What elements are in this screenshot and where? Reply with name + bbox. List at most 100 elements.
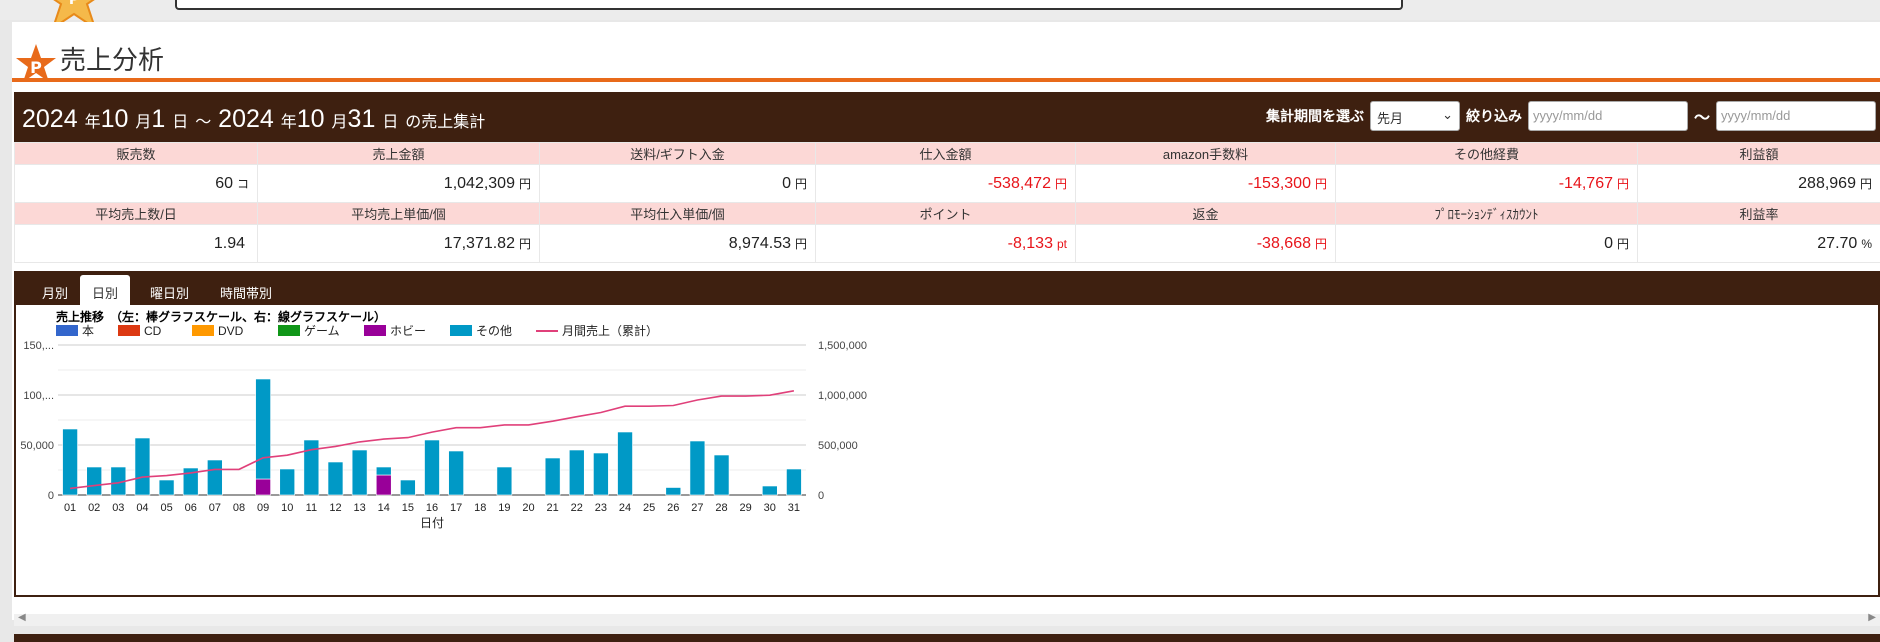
stat-header: 平均売上数/日: [15, 203, 258, 225]
stat-refund: -38,668円: [1076, 225, 1336, 263]
stat-shipping-gift: 0円: [540, 165, 816, 203]
stat-header: その他経費: [1336, 143, 1638, 165]
stat-header: 仕入金額: [816, 143, 1076, 165]
bar-その他: [449, 451, 464, 495]
stat-header: amazon手数料: [1076, 143, 1336, 165]
chart-container: 売上推移 （左：棒グラフスケール、右：線グラフスケール）本CDDVDゲームホビー…: [14, 305, 1880, 597]
sales-analysis-panel: P 売上分析 2024 年10 月1 日 ～ 2024 年10 月31 日 の売…: [12, 22, 1880, 620]
y2-tick-label: 1,000,000: [818, 390, 867, 402]
stat-other-expenses: -14,767円: [1336, 165, 1638, 203]
top-search-box[interactable]: [175, 0, 1403, 10]
x-tick-label: 20: [522, 502, 534, 514]
legend-swatch: [278, 325, 300, 336]
y-tick-label: 100,...: [23, 390, 54, 402]
x-tick-label: 25: [643, 502, 655, 514]
bar-その他: [87, 467, 102, 495]
x-tick-label: 26: [667, 502, 679, 514]
y-tick-label: 0: [48, 490, 54, 502]
y2-tick-label: 500,000: [818, 440, 858, 452]
stat-amazon-fee: -153,300円: [1076, 165, 1336, 203]
x-tick-label: 17: [450, 502, 462, 514]
x-tick-label: 23: [595, 502, 607, 514]
stat-header: 利益率: [1638, 203, 1880, 225]
stat-avg-purchase-price: 8,974.53円: [540, 225, 816, 263]
x-tick-label: 29: [740, 502, 752, 514]
bar-その他: [762, 486, 777, 495]
tab-monthly[interactable]: 月別: [30, 275, 80, 305]
bar-その他: [618, 432, 633, 495]
stat-avg-sales-per-day: 1.94: [15, 225, 258, 263]
unit-month-2: 月: [332, 114, 348, 131]
unit-day-1: 日: [172, 114, 188, 131]
x-tick-label: 05: [160, 502, 172, 514]
y-tick-label: 150,...: [23, 340, 54, 352]
period-tilde: ～: [195, 114, 211, 131]
chart-title: 売上推移 （左：棒グラフスケール、右：線グラフスケール）: [56, 309, 386, 324]
scroll-left-icon[interactable]: ◀: [18, 612, 26, 623]
stat-purchase-amount: -538,472円: [816, 165, 1076, 203]
x-tick-label: 04: [136, 502, 148, 514]
tab-hourly[interactable]: 時間帯別: [208, 275, 284, 305]
x-tick-label: 16: [426, 502, 438, 514]
x-tick-label: 14: [378, 502, 390, 514]
tab-daily[interactable]: 日別: [80, 275, 130, 305]
legend-label: DVD: [218, 324, 244, 338]
unit-year-2: 年: [281, 114, 297, 131]
date-from-input[interactable]: yyyy/mm/dd: [1528, 101, 1688, 131]
page-title: 売上分析: [60, 40, 164, 77]
end-year: 2024: [218, 105, 274, 133]
tab-bar: 月別 日別 曜日別 時間帯別: [14, 271, 1880, 305]
stat-header: 返金: [1076, 203, 1336, 225]
bar-その他: [666, 488, 681, 496]
x-tick-label: 13: [353, 502, 365, 514]
legend-label: 月間売上（累計）: [562, 323, 658, 338]
bar-その他: [207, 460, 222, 495]
bar-その他: [545, 458, 560, 495]
x-tick-label: 21: [547, 502, 559, 514]
legend-swatch: [364, 325, 386, 336]
stat-header: 平均売上単価/個: [258, 203, 540, 225]
svg-text:P: P: [69, 0, 79, 8]
x-tick-label: 10: [281, 502, 293, 514]
next-section-header: [14, 634, 1880, 642]
top-bar: P: [0, 0, 1880, 20]
scroll-right-icon[interactable]: ▶: [1868, 612, 1876, 623]
stats-header-row-1: 販売数 売上金額 送料/ギフト入金 仕入金額 amazon手数料 その他経費 利…: [15, 143, 1880, 165]
bar-その他: [63, 429, 78, 495]
bar-その他: [690, 441, 705, 495]
x-tick-label: 12: [329, 502, 341, 514]
horizontal-scrollbar[interactable]: ◀ ▶: [14, 614, 1880, 626]
period-summary: 2024 年10 月1 日 ～ 2024 年10 月31 日 の売上集計: [22, 105, 485, 134]
legend-swatch: [118, 325, 140, 336]
stats-value-row-1: 60コ 1,042,309円 0円 -538,472円 -153,300円 -1…: [15, 165, 1880, 203]
bar-その他: [376, 467, 391, 475]
bar-その他: [400, 480, 415, 495]
x-tick-label: 06: [185, 502, 197, 514]
unit-year-1: 年: [85, 114, 101, 131]
period-select-label: 集計期間を選ぶ: [1266, 106, 1364, 126]
site-logo-icon[interactable]: P: [30, 0, 118, 22]
date-to-input[interactable]: yyyy/mm/dd: [1716, 101, 1876, 131]
stat-header: 送料/ギフト入金: [540, 143, 816, 165]
legend-swatch: [56, 325, 78, 336]
stat-header: 平均仕入単価/個: [540, 203, 816, 225]
stat-profit: 288,969円: [1638, 165, 1880, 203]
stat-points: -8,133pt: [816, 225, 1076, 263]
period-select[interactable]: 先月 ⌄: [1370, 101, 1460, 131]
stat-sales-count: 60コ: [15, 165, 258, 203]
bar-その他: [280, 469, 295, 495]
bar-ホビー: [376, 475, 391, 495]
unit-month-1: 月: [135, 114, 151, 131]
stats-header-row-2: 平均売上数/日 平均売上単価/個 平均仕入単価/個 ポイント 返金 ﾌﾟﾛﾓｰｼ…: [15, 203, 1880, 225]
legend-label: ゲーム: [304, 324, 340, 338]
tab-weekday[interactable]: 曜日別: [138, 275, 201, 305]
stat-header: ﾌﾟﾛﾓｰｼｮﾝﾃﾞｨｽｶｳﾝﾄ: [1336, 203, 1638, 225]
x-tick-label: 22: [571, 502, 583, 514]
bar-その他: [786, 469, 801, 495]
bar-その他: [425, 440, 440, 495]
legend-swatch: [450, 325, 472, 336]
x-axis-label: 日付: [420, 516, 444, 530]
bar-その他: [497, 467, 512, 495]
sales-trend-chart: 売上推移 （左：棒グラフスケール、右：線グラフスケール）本CDDVDゲームホビー…: [16, 305, 1076, 595]
x-tick-label: 31: [788, 502, 800, 514]
